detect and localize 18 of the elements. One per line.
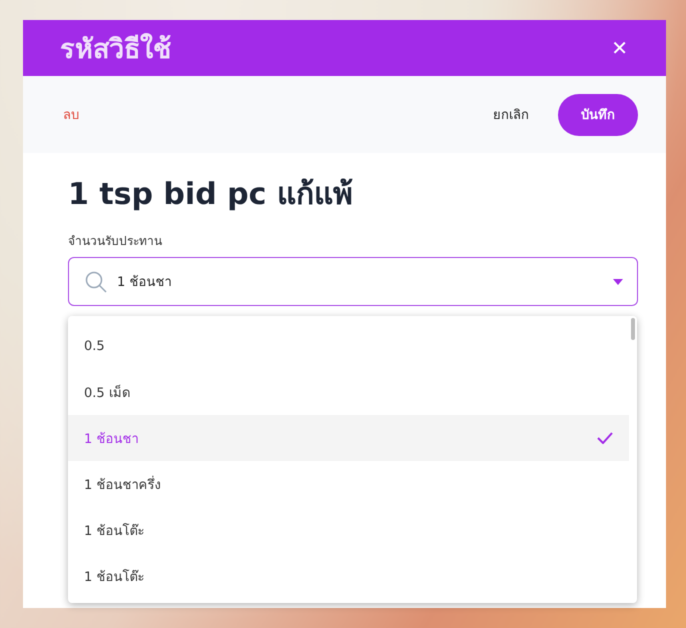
recipe-title: 1 tsp bid pc แก้แพ้	[68, 176, 354, 214]
delete-button[interactable]: ลบ	[63, 104, 79, 125]
search-icon	[85, 270, 107, 292]
dialog-title: รหัสวิธีใช้	[60, 32, 171, 66]
serving-dropdown[interactable]: 1 ช้อนชา	[68, 257, 638, 306]
scrollbar-thumb[interactable]	[631, 318, 635, 340]
dropdown-option[interactable]: 0.5	[68, 323, 629, 369]
field-label: จำนวนรับประทาน	[68, 233, 163, 250]
field-value: 1 ช้อนชา	[117, 274, 172, 292]
dropdown-option[interactable]: 0.5 เม็ด	[68, 369, 629, 415]
dropdown-option[interactable]: 1 ช้อนชา	[68, 415, 629, 461]
close-button[interactable]: ✕	[611, 36, 628, 60]
check-icon	[597, 432, 613, 444]
dropdown-option[interactable]: 1 ช้อนชาครึ่ง	[68, 461, 629, 507]
cancel-button[interactable]: ยกเลิก	[493, 104, 529, 125]
save-button[interactable]: บันทึก	[558, 94, 638, 136]
dropdown-option[interactable]: 1 ช้อนโต๊ะ	[68, 507, 629, 553]
dropdown-option[interactable]: 1 ช้อนโต๊ะ	[68, 553, 629, 599]
